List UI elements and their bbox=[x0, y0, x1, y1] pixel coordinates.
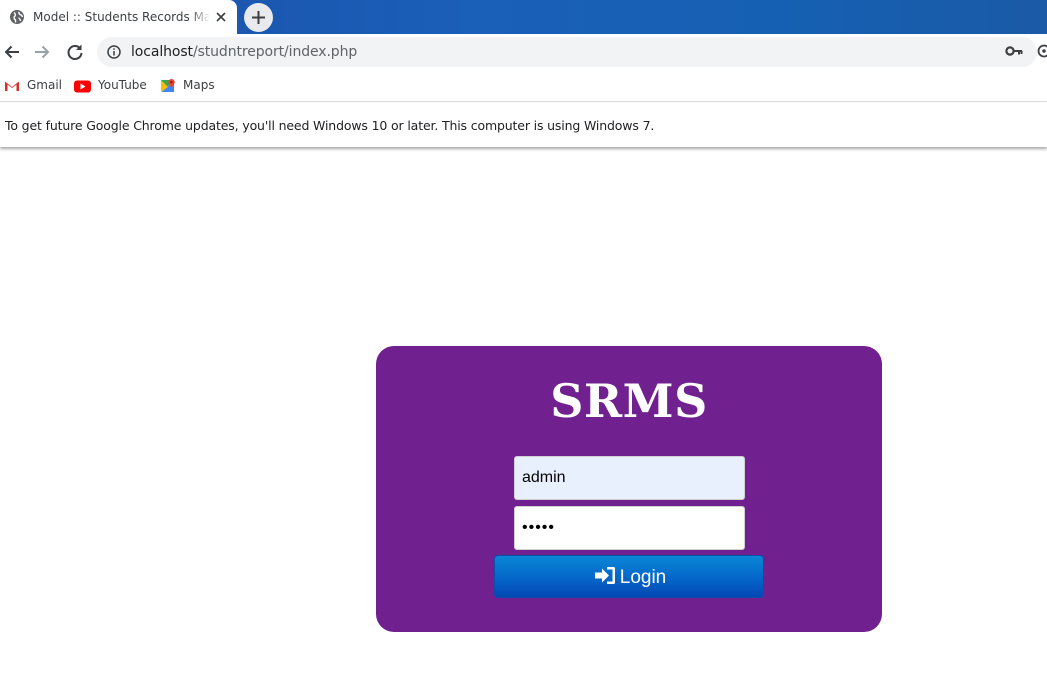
bookmark-youtube[interactable]: YouTube bbox=[74, 77, 149, 95]
plus-icon bbox=[252, 11, 265, 24]
bookmark-gmail[interactable]: Gmail bbox=[4, 77, 64, 95]
password-input[interactable]: ••••• bbox=[514, 506, 745, 550]
url-host: localhost bbox=[131, 44, 193, 60]
url-path: /studntreport/index.php bbox=[192, 44, 358, 60]
close-icon[interactable] bbox=[213, 9, 229, 25]
sign-in-icon bbox=[594, 567, 615, 584]
login-button[interactable]: Login bbox=[494, 555, 764, 598]
globe-icon bbox=[10, 10, 24, 24]
youtube-icon bbox=[74, 80, 91, 93]
arrow-right-icon[interactable] bbox=[32, 42, 52, 62]
bookmarks-bar: Gmail YouTube Maps bbox=[0, 70, 1047, 102]
bookmark-label: YouTube bbox=[98, 78, 147, 92]
tab-title-fade bbox=[190, 6, 210, 28]
username-input[interactable]: admin bbox=[514, 456, 745, 500]
reload-icon[interactable] bbox=[65, 42, 85, 62]
bookmark-maps[interactable]: Maps bbox=[160, 77, 220, 95]
app-title: SRMS bbox=[550, 374, 708, 428]
arrow-left-icon[interactable] bbox=[2, 42, 22, 62]
gmail-icon bbox=[5, 81, 19, 91]
bookmark-label: Maps bbox=[183, 78, 215, 92]
browser-toolbar: localhost/studntreport/index.php bbox=[0, 34, 1047, 70]
new-tab-button[interactable] bbox=[244, 3, 273, 32]
key-icon[interactable] bbox=[1005, 44, 1023, 58]
bookmark-label: Gmail bbox=[27, 78, 63, 92]
tab-title: Model :: Students Records Management Sys… bbox=[33, 10, 209, 24]
login-card: SRMS admin ••••• Login bbox=[376, 346, 882, 632]
update-infobar: To get future Google Chrome updates, you… bbox=[0, 103, 1047, 147]
maps-icon bbox=[161, 79, 175, 92]
address-bar[interactable]: localhost/studntreport/index.php bbox=[97, 37, 1037, 67]
url-text[interactable]: localhost/studntreport/index.php bbox=[131, 44, 357, 60]
extension-icon[interactable] bbox=[1037, 43, 1047, 59]
infobar-message: To get future Google Chrome updates, you… bbox=[5, 118, 655, 133]
login-button-label: Login bbox=[619, 567, 667, 588]
browser-tab[interactable]: Model :: Students Records Management Sys… bbox=[0, 0, 237, 34]
tab-strip: Model :: Students Records Management Sys… bbox=[0, 0, 1047, 34]
info-icon[interactable] bbox=[107, 45, 121, 59]
